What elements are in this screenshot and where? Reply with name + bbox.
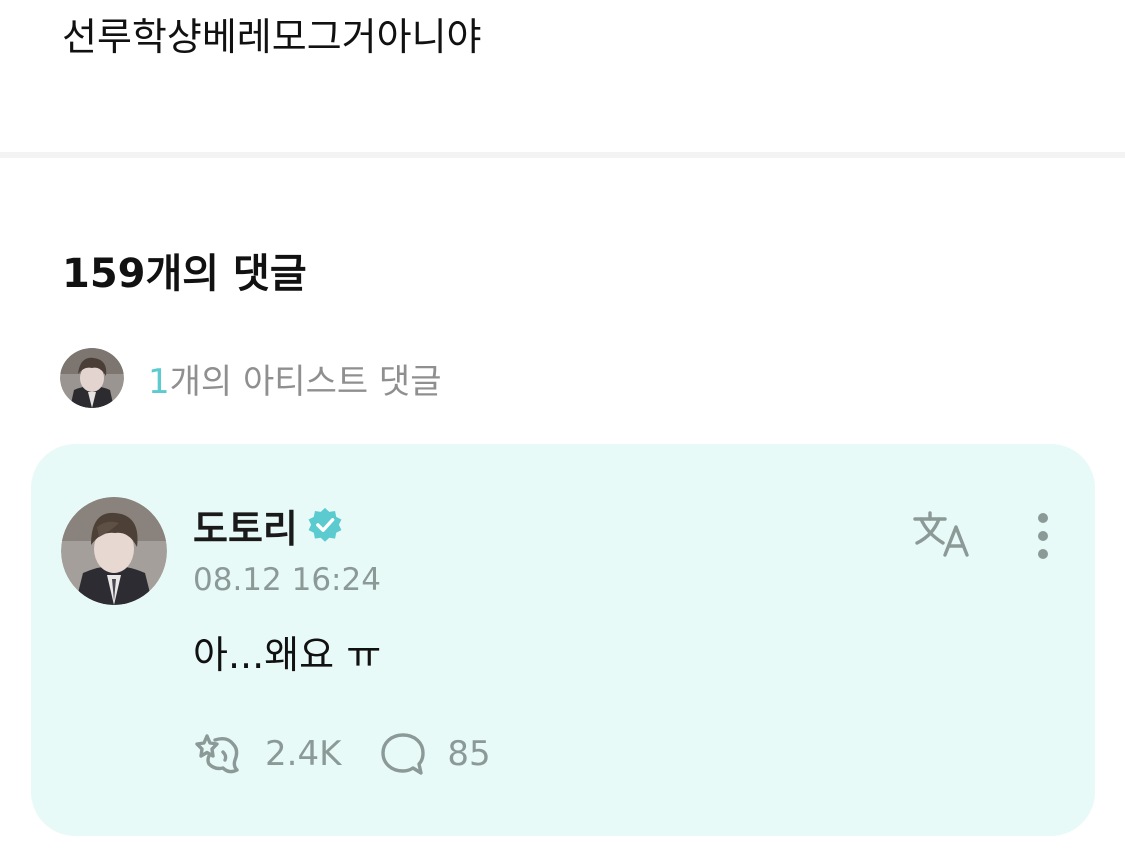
speech-bubble-icon (381, 733, 426, 775)
comment-count-heading: 159개의 댓글 (62, 251, 307, 297)
artist-comment-card: 도토리 08.12 16:24 아...왜요 ㅠ 2.4K 85 (31, 444, 1095, 836)
artist-comment-count: 1 (148, 361, 170, 402)
comment-author-name[interactable]: 도토리 (193, 498, 298, 553)
artist-avatar (60, 348, 124, 408)
comment-author-avatar[interactable] (61, 497, 167, 605)
section-divider (0, 152, 1125, 158)
like-button[interactable]: 2.4K (193, 730, 341, 778)
translate-icon (913, 511, 969, 557)
comment-body: 아...왜요 ㅠ (193, 633, 382, 677)
reply-count: 85 (447, 734, 491, 774)
cheer-icon (195, 734, 239, 774)
reply-button[interactable]: 85 (379, 731, 491, 777)
translate-button[interactable] (909, 506, 975, 562)
comment-author-row: 도토리 (193, 502, 344, 551)
post-text: 선루학샹베레모그거아니야 (62, 15, 482, 59)
artist-comments-toggle[interactable]: 1개의 아티스트 댓글 (60, 348, 442, 408)
comment-timestamp: 08.12 16:24 (193, 562, 381, 598)
more-vertical-icon (1038, 513, 1048, 559)
comment-actions: 2.4K 85 (193, 730, 491, 778)
more-options-button[interactable] (1021, 508, 1065, 564)
like-count: 2.4K (265, 734, 342, 774)
artist-comments-label: 1개의 아티스트 댓글 (148, 354, 442, 403)
artist-comments-text: 개의 아티스트 댓글 (169, 361, 442, 402)
verified-badge-icon (308, 507, 342, 542)
